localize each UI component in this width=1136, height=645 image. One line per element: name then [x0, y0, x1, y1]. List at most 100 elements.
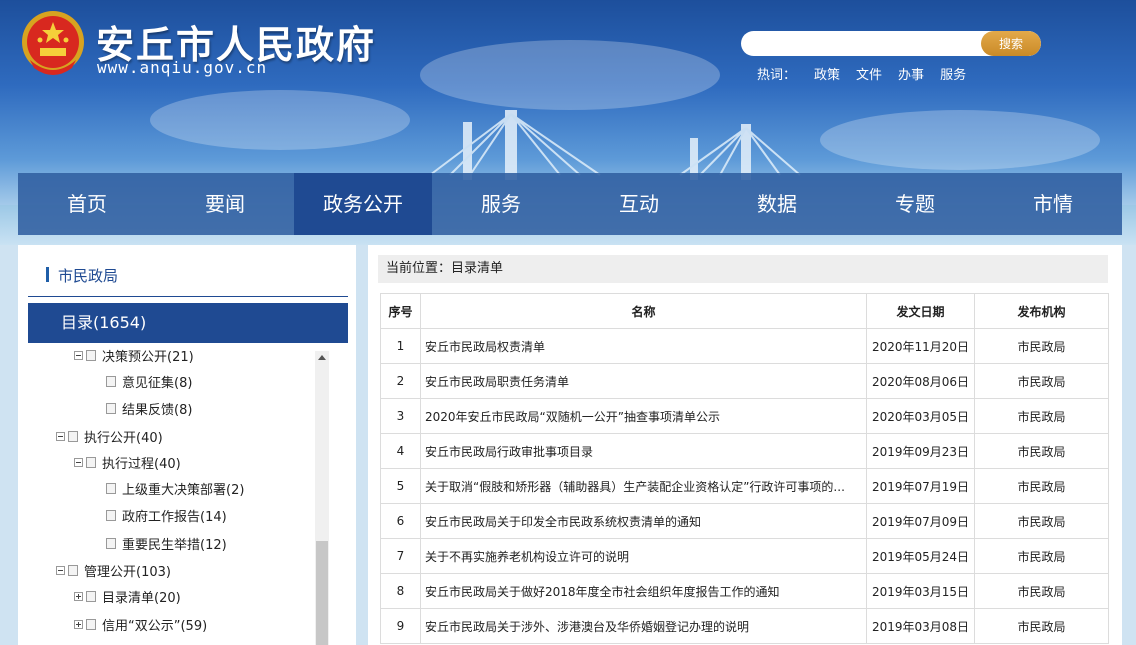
row-title-link[interactable]: 安丘市民政局关于做好2018年度全市社会组织年度报告工作的通知 [420, 573, 867, 609]
hot-word-file[interactable]: 文件 [856, 64, 882, 83]
row-date: 2019年05月24日 [866, 538, 975, 574]
table-row: 9 安丘市民政局关于涉外、涉港澳台及华侨婚姻登记办理的说明 2019年03月08… [380, 608, 1109, 644]
table-row: 6 安丘市民政局关于印发全市民政系统权责清单的通知 2019年07月09日 市民… [380, 503, 1109, 539]
sidebar-header: 市民政局 [28, 263, 348, 297]
document-icon [106, 375, 116, 387]
tree-node[interactable]: 决策预公开(21) [74, 345, 194, 365]
collapse-icon[interactable] [74, 457, 83, 467]
tree-node[interactable]: 执行公开(40) [56, 426, 163, 446]
row-date: 2020年03月05日 [866, 398, 975, 434]
nav-gov-affairs[interactable]: 政务公开 [294, 173, 432, 235]
row-index: 3 [380, 398, 421, 434]
tree-scrollbar[interactable] [315, 351, 329, 645]
table-header-row: 序号 名称 发文日期 发布机构 [380, 293, 1109, 329]
row-title-link[interactable]: 安丘市民政局关于涉外、涉港澳台及华侨婚姻登记办理的说明 [420, 608, 867, 644]
row-agency: 市民政局 [974, 398, 1109, 434]
row-date: 2020年11月20日 [866, 328, 975, 364]
table-row: 2 安丘市民政局职责任务清单 2020年08月06日 市民政局 [380, 363, 1109, 399]
folder-icon [68, 564, 78, 576]
scroll-up-icon[interactable] [318, 355, 326, 360]
col-header-date: 发文日期 [866, 293, 975, 329]
folder-icon [68, 430, 78, 442]
hot-word-service-affairs[interactable]: 办事 [898, 64, 924, 83]
nav-interaction[interactable]: 互动 [570, 173, 708, 235]
row-agency: 市民政局 [974, 608, 1109, 644]
row-date: 2019年03月15日 [866, 573, 975, 609]
row-index: 4 [380, 433, 421, 469]
tree-node[interactable]: 执行过程(40) [74, 452, 181, 472]
row-index: 6 [380, 503, 421, 539]
row-agency: 市民政局 [974, 468, 1109, 504]
tree-node[interactable]: 结果反馈(8) [106, 398, 192, 418]
hot-word-policy[interactable]: 政策 [814, 64, 840, 83]
document-icon [106, 402, 116, 414]
sidebar-category[interactable]: 目录(1654) [28, 303, 348, 343]
row-title-link[interactable]: 关于不再实施养老机构设立许可的说明 [420, 538, 867, 574]
catalog-table: 序号 名称 发文日期 发布机构 1 安丘市民政局权责清单 2020年11月20日… [380, 293, 1109, 644]
scrollbar-thumb[interactable] [316, 541, 328, 645]
row-index: 7 [380, 538, 421, 574]
col-header-agency: 发布机构 [974, 293, 1109, 329]
table-row: 1 安丘市民政局权责清单 2020年11月20日 市民政局 [380, 328, 1109, 364]
table-row: 3 2020年安丘市民政局“双随机一公开”抽查事项清单公示 2020年03月05… [380, 398, 1109, 434]
tree-node[interactable]: 意见征集(8) [106, 371, 192, 391]
folder-icon [86, 590, 96, 602]
nav-city-info[interactable]: 市情 [984, 173, 1122, 235]
row-agency: 市民政局 [974, 503, 1109, 539]
row-date: 2020年08月06日 [866, 363, 975, 399]
row-agency: 市民政局 [974, 328, 1109, 364]
table-row: 5 关于取消“假肢和矫形器（辅助器具）生产装配企业资格认定”行政许可事项的...… [380, 468, 1109, 504]
expand-icon[interactable] [74, 619, 83, 629]
nav-news[interactable]: 要闻 [156, 173, 294, 235]
hot-word-service[interactable]: 服务 [940, 64, 966, 83]
nav-data[interactable]: 数据 [708, 173, 846, 235]
tree-node[interactable]: 信用“双公示”(59) [74, 614, 207, 634]
bridge-illustration [429, 110, 801, 180]
search-box: 搜索 [741, 31, 1041, 56]
directory-tree: 决策预公开(21) 意见征集(8) 结果反馈(8) 执行公开(40) 执行过程(… [28, 345, 318, 645]
row-title-link[interactable]: 安丘市民政局关于印发全市民政系统权责清单的通知 [420, 503, 867, 539]
row-index: 9 [380, 608, 421, 644]
row-index: 8 [380, 573, 421, 609]
table-row: 8 安丘市民政局关于做好2018年度全市社会组织年度报告工作的通知 2019年0… [380, 573, 1109, 609]
tree-node[interactable]: 目录清单(20) [74, 586, 181, 606]
sidebar: 市民政局 目录(1654) 决策预公开(21) 意见征集(8) 结果反馈(8) … [18, 245, 356, 645]
tree-node[interactable]: 管理公开(103) [56, 560, 171, 580]
document-icon [106, 482, 116, 494]
row-title-link[interactable]: 安丘市民政局职责任务清单 [420, 363, 867, 399]
hot-words-label: 热词： [757, 68, 797, 83]
collapse-icon[interactable] [56, 431, 65, 441]
row-title-link[interactable]: 关于取消“假肢和矫形器（辅助器具）生产装配企业资格认定”行政许可事项的... [420, 468, 867, 504]
row-index: 2 [380, 363, 421, 399]
row-date: 2019年09月23日 [866, 433, 975, 469]
nav-home[interactable]: 首页 [18, 173, 156, 235]
table-row: 4 安丘市民政局行政审批事项目录 2019年09月23日 市民政局 [380, 433, 1109, 469]
row-agency: 市民政局 [974, 538, 1109, 574]
main-nav: 首页 要闻 政务公开 服务 互动 数据 专题 市情 [18, 173, 1122, 235]
tree-node[interactable]: 重要民生举措(12) [106, 533, 227, 553]
document-icon [106, 537, 116, 549]
site-url: www.anqiu.gov.cn [97, 58, 268, 77]
tree-node[interactable]: 政府工作报告(14) [106, 505, 227, 525]
nav-topics[interactable]: 专题 [846, 173, 984, 235]
row-date: 2019年07月09日 [866, 503, 975, 539]
expand-icon[interactable] [74, 591, 83, 601]
row-title-link[interactable]: 安丘市民政局行政审批事项目录 [420, 433, 867, 469]
collapse-icon[interactable] [56, 565, 65, 575]
row-index: 1 [380, 328, 421, 364]
row-date: 2019年07月19日 [866, 468, 975, 504]
row-title-link[interactable]: 2020年安丘市民政局“双随机一公开”抽查事项清单公示 [420, 398, 867, 434]
folder-icon [86, 456, 96, 468]
row-date: 2019年03月08日 [866, 608, 975, 644]
breadcrumb: 当前位置：目录清单 [378, 255, 1108, 283]
collapse-icon[interactable] [74, 350, 83, 360]
nav-services[interactable]: 服务 [432, 173, 570, 235]
row-agency: 市民政局 [974, 363, 1109, 399]
tree-node[interactable]: 上级重大决策部署(2) [106, 478, 244, 498]
row-title-link[interactable]: 安丘市民政局权责清单 [420, 328, 867, 364]
col-header-name: 名称 [420, 293, 867, 329]
search-button[interactable]: 搜索 [981, 31, 1041, 56]
hot-words: 热词： 政策 文件 办事 服务 [757, 64, 966, 83]
row-agency: 市民政局 [974, 573, 1109, 609]
search-input[interactable] [741, 31, 981, 56]
